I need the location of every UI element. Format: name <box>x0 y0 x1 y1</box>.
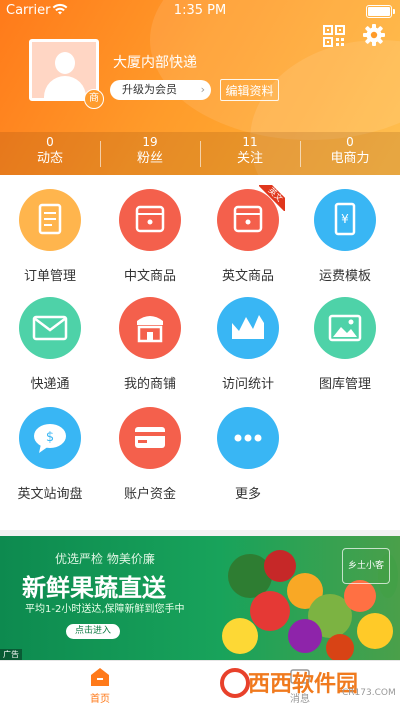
shop-icon <box>119 297 181 359</box>
menu-label: 我的商铺 <box>123 377 176 392</box>
ad-label: 广告 <box>0 649 22 660</box>
menu-item-my-shop[interactable]: 我的商铺 <box>100 297 200 392</box>
english-ribbon-badge: 英文 <box>259 185 285 211</box>
menu-item-gallery-management[interactable]: 图库管理 <box>295 297 395 392</box>
menu-label: 图库管理 <box>318 377 371 392</box>
stat-label: 动态 <box>36 151 63 166</box>
menu-label: 更多 <box>234 487 261 502</box>
menu-label: 中文商品 <box>123 269 176 284</box>
banner-subtitle: 平均1-2小时送达,保障新鲜到您手中 <box>25 604 185 615</box>
battery-icon <box>366 5 395 18</box>
upgrade-member-button[interactable]: 升级为会员 › <box>110 80 211 100</box>
mail-icon <box>19 297 81 359</box>
stat-label: 关注 <box>236 151 263 166</box>
stat-value: 19 <box>142 135 158 149</box>
stat-value: 11 <box>242 135 258 149</box>
stats-icon <box>217 297 279 359</box>
banner-tagline: 优选严检 物美价廉 <box>55 552 155 566</box>
menu-item-chinese-products[interactable]: 中文商品 <box>100 189 200 284</box>
menu-item-account-funds[interactable]: 账户资金 <box>100 407 200 502</box>
watermark-url: CR173.COM <box>342 688 396 698</box>
menu-label: 运费模板 <box>318 269 371 284</box>
watermark-logo-icon <box>220 668 250 698</box>
home-icon <box>90 667 110 687</box>
menu-label: 快递通 <box>30 377 70 392</box>
stat-following[interactable]: 11 关注 <box>200 135 300 168</box>
menu-item-visit-statistics[interactable]: 访问统计 <box>198 297 298 392</box>
company-name: 大厦内部快递 <box>113 55 197 71</box>
banner-enter-button[interactable]: 点击进入 <box>66 624 120 639</box>
clock: 1:35 PM <box>173 3 227 18</box>
freight-icon: ¥ <box>314 189 376 251</box>
avatar-head-shape <box>55 52 75 74</box>
stat-fans[interactable]: 19 粉丝 <box>100 135 200 168</box>
settings-gear-icon[interactable] <box>362 23 386 47</box>
stat-value: 0 <box>46 135 54 149</box>
order-icon <box>19 189 81 251</box>
stat-value: 0 <box>346 135 354 149</box>
upgrade-label: 升级为会员 <box>122 83 177 96</box>
banner-headline: 新鲜果蔬直送 <box>22 574 166 602</box>
card-icon <box>119 407 181 469</box>
menu-label: 账户资金 <box>123 487 176 502</box>
chevron-right-icon: › <box>200 83 205 96</box>
svg-text:¥: ¥ <box>341 212 349 226</box>
profile-header: Carrier 1:35 PM 商 大厦内部快递 升级为会员 › 编辑资料 0 … <box>0 0 400 175</box>
menu-item-freight-template[interactable]: ¥ 运费模板 <box>295 189 395 284</box>
qr-code-icon[interactable] <box>323 25 345 47</box>
menu-item-order-management[interactable]: 订单管理 <box>0 189 100 284</box>
svg-text:$: $ <box>46 430 54 445</box>
product-icon <box>119 189 181 251</box>
edit-profile-button[interactable]: 编辑资料 <box>220 79 279 101</box>
stats-bar: 0 动态 19 粉丝 11 关注 0 电商力 <box>0 132 400 175</box>
menu-item-more[interactable]: 更多 <box>198 407 298 502</box>
site-watermark: 西西软件园 CR173.COM <box>220 664 396 704</box>
tab-label: 首页 <box>90 694 110 705</box>
chat-icon: $ <box>19 407 81 469</box>
stat-label: 电商力 <box>330 151 370 166</box>
stat-label: 粉丝 <box>136 151 163 166</box>
stat-ecommerce-power[interactable]: 0 电商力 <box>300 135 400 168</box>
stat-posts[interactable]: 0 动态 <box>0 135 100 168</box>
function-grid: 订单管理 中文商品 英文 英文商品 ¥ 运费模板 快递通 我的商铺 访问统计 图… <box>0 175 400 530</box>
menu-label: 英文商品 <box>221 269 274 284</box>
ribbon-label: 英文 <box>259 185 285 211</box>
menu-label: 访问统计 <box>221 377 274 392</box>
status-bar: Carrier 1:35 PM <box>0 0 400 22</box>
menu-item-english-products[interactable]: 英文 英文商品 <box>198 185 298 284</box>
promo-banner[interactable]: 优选严检 物美价廉 新鲜果蔬直送 平均1-2小时送达,保障新鲜到您手中 点击进入… <box>0 536 400 660</box>
menu-item-english-inquiry[interactable]: $ 英文站询盘 <box>0 407 100 502</box>
gallery-icon <box>314 297 376 359</box>
merchant-badge: 商 <box>84 89 104 109</box>
tab-home[interactable]: 首页 <box>0 661 200 705</box>
menu-label: 英文站询盘 <box>17 487 83 502</box>
menu-item-express[interactable]: 快递通 <box>0 297 100 392</box>
brand-logo: 乡土小客 <box>342 548 390 584</box>
menu-label: 订单管理 <box>23 269 76 284</box>
product-icon: 英文 <box>217 185 285 251</box>
more-icon <box>217 407 279 469</box>
avatar-body-shape <box>44 76 86 98</box>
